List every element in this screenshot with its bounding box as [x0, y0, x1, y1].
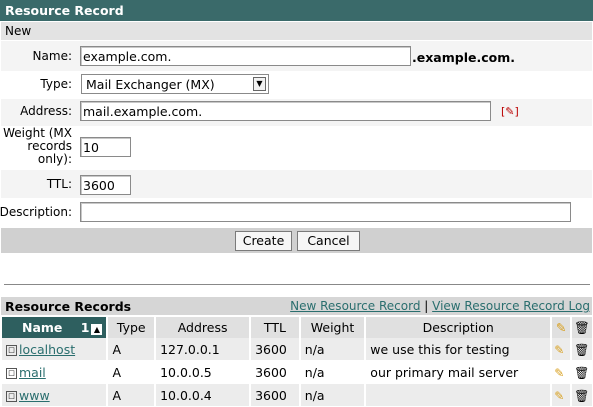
record-type: A — [107, 383, 157, 407]
record-weight: n/a — [299, 338, 367, 361]
records-header: Resource Records New Resource Record | V… — [1, 297, 592, 315]
column-weight[interactable]: Weight — [299, 317, 367, 338]
delete-icon[interactable]: 🗑 — [571, 360, 592, 384]
page-title: Resource Record — [0, 0, 593, 21]
record-address: 10.0.0.4 — [155, 383, 252, 407]
record-name-cell: □ localhost — [2, 338, 109, 361]
record-name-link[interactable]: www — [19, 388, 50, 403]
ttl-label: TTL: — [46, 177, 72, 191]
delete-icon[interactable]: 🗑 — [571, 338, 592, 361]
weight-input[interactable]: 10 — [80, 137, 131, 157]
record-address: 10.0.0.5 — [155, 360, 252, 384]
record-description — [365, 383, 553, 407]
new-record-link[interactable]: New Resource Record — [290, 299, 420, 313]
ttl-input[interactable]: 3600 — [80, 175, 131, 195]
record-description: our primary mail server — [365, 360, 553, 384]
records-links: New Resource Record | View Resource Reco… — [290, 299, 590, 313]
record-name-link[interactable]: localhost — [19, 342, 75, 357]
record-weight: n/a — [299, 383, 367, 407]
table-row: □ www A 10.0.0.4 3600 n/a ✎ 🗑 — [2, 383, 592, 407]
record-ttl: 3600 — [250, 360, 301, 384]
lookup-icon[interactable]: [✎] — [501, 105, 519, 118]
description-input[interactable] — [80, 202, 571, 222]
sort-control[interactable]: 1 ▲ — [81, 320, 103, 335]
ttl-row: TTL: 3600 — [1, 170, 592, 198]
table-row: □ mail A 10.0.0.5 3600 n/a our primary ma… — [2, 360, 592, 384]
type-row: Type: Mail Exchanger (MX) ▼ — [1, 72, 592, 98]
create-button[interactable]: Create — [235, 231, 292, 251]
type-select[interactable]: Mail Exchanger (MX) ▼ — [81, 74, 269, 94]
address-label: Address: — [20, 104, 72, 118]
name-row: Name: example.com. .example.com. — [1, 41, 592, 71]
name-label: Name: — [32, 49, 72, 63]
sort-ascending-icon: ▲ — [91, 324, 103, 335]
record-description: we use this for testing — [365, 338, 553, 361]
description-row: Description: — [0, 199, 592, 227]
type-selected-value: Mail Exchanger (MX) — [86, 77, 215, 92]
name-suffix: .example.com. — [412, 50, 515, 65]
record-ttl: 3600 — [250, 338, 301, 361]
record-name-cell: □ mail — [2, 360, 109, 384]
column-name[interactable]: Name 1 ▲ — [2, 317, 109, 338]
column-address[interactable]: Address — [155, 317, 252, 338]
weight-row: Weight (MX records only): 10 — [1, 127, 592, 169]
address-row: Address: mail.example.com. [✎] — [1, 99, 592, 126]
description-label: Description: — [0, 205, 72, 219]
record-ttl: 3600 — [250, 383, 301, 407]
view-log-link[interactable]: View Resource Record Log — [432, 299, 590, 313]
record-name-link[interactable]: mail — [19, 365, 46, 380]
record-address: 127.0.0.1 — [155, 338, 252, 361]
edit-icon[interactable]: ✎ — [551, 360, 573, 384]
column-type[interactable]: Type — [107, 317, 157, 338]
form-buttons: Create Cancel — [1, 228, 592, 253]
type-label: Type: — [40, 77, 72, 91]
name-input[interactable]: example.com. — [80, 46, 411, 66]
column-description[interactable]: Description — [365, 317, 553, 338]
chevron-down-icon: ▼ — [253, 77, 266, 91]
divider — [4, 284, 590, 285]
records-title: Resource Records — [5, 299, 132, 314]
record-weight: n/a — [299, 360, 367, 384]
delete-all-icon[interactable]: 🗑 — [571, 317, 592, 338]
edit-icon[interactable]: ✎ — [551, 338, 573, 361]
record-name-cell: □ www — [2, 383, 109, 407]
cancel-button[interactable]: Cancel — [297, 231, 360, 251]
record-type: A — [107, 360, 157, 384]
records-header-row: Name 1 ▲ Type Address TTL Weight Descript… — [2, 317, 592, 338]
address-input[interactable]: mail.example.com. — [80, 101, 491, 121]
record-type: A — [107, 338, 157, 361]
record-icon: □ — [6, 367, 17, 379]
weight-label: Weight (MX records only): — [3, 126, 72, 166]
table-row: □ localhost A 127.0.0.1 3600 n/a we use t… — [2, 338, 592, 361]
edit-all-icon[interactable]: ✎ — [551, 317, 573, 338]
delete-icon[interactable]: 🗑 — [571, 383, 592, 407]
column-ttl[interactable]: TTL — [250, 317, 301, 338]
record-icon: □ — [6, 344, 17, 356]
record-icon: □ — [6, 390, 17, 402]
link-separator: | — [424, 299, 429, 313]
records-table: Name 1 ▲ Type Address TTL Weight Descript… — [2, 317, 592, 407]
edit-icon[interactable]: ✎ — [551, 383, 573, 407]
new-section-label: New — [1, 22, 592, 40]
